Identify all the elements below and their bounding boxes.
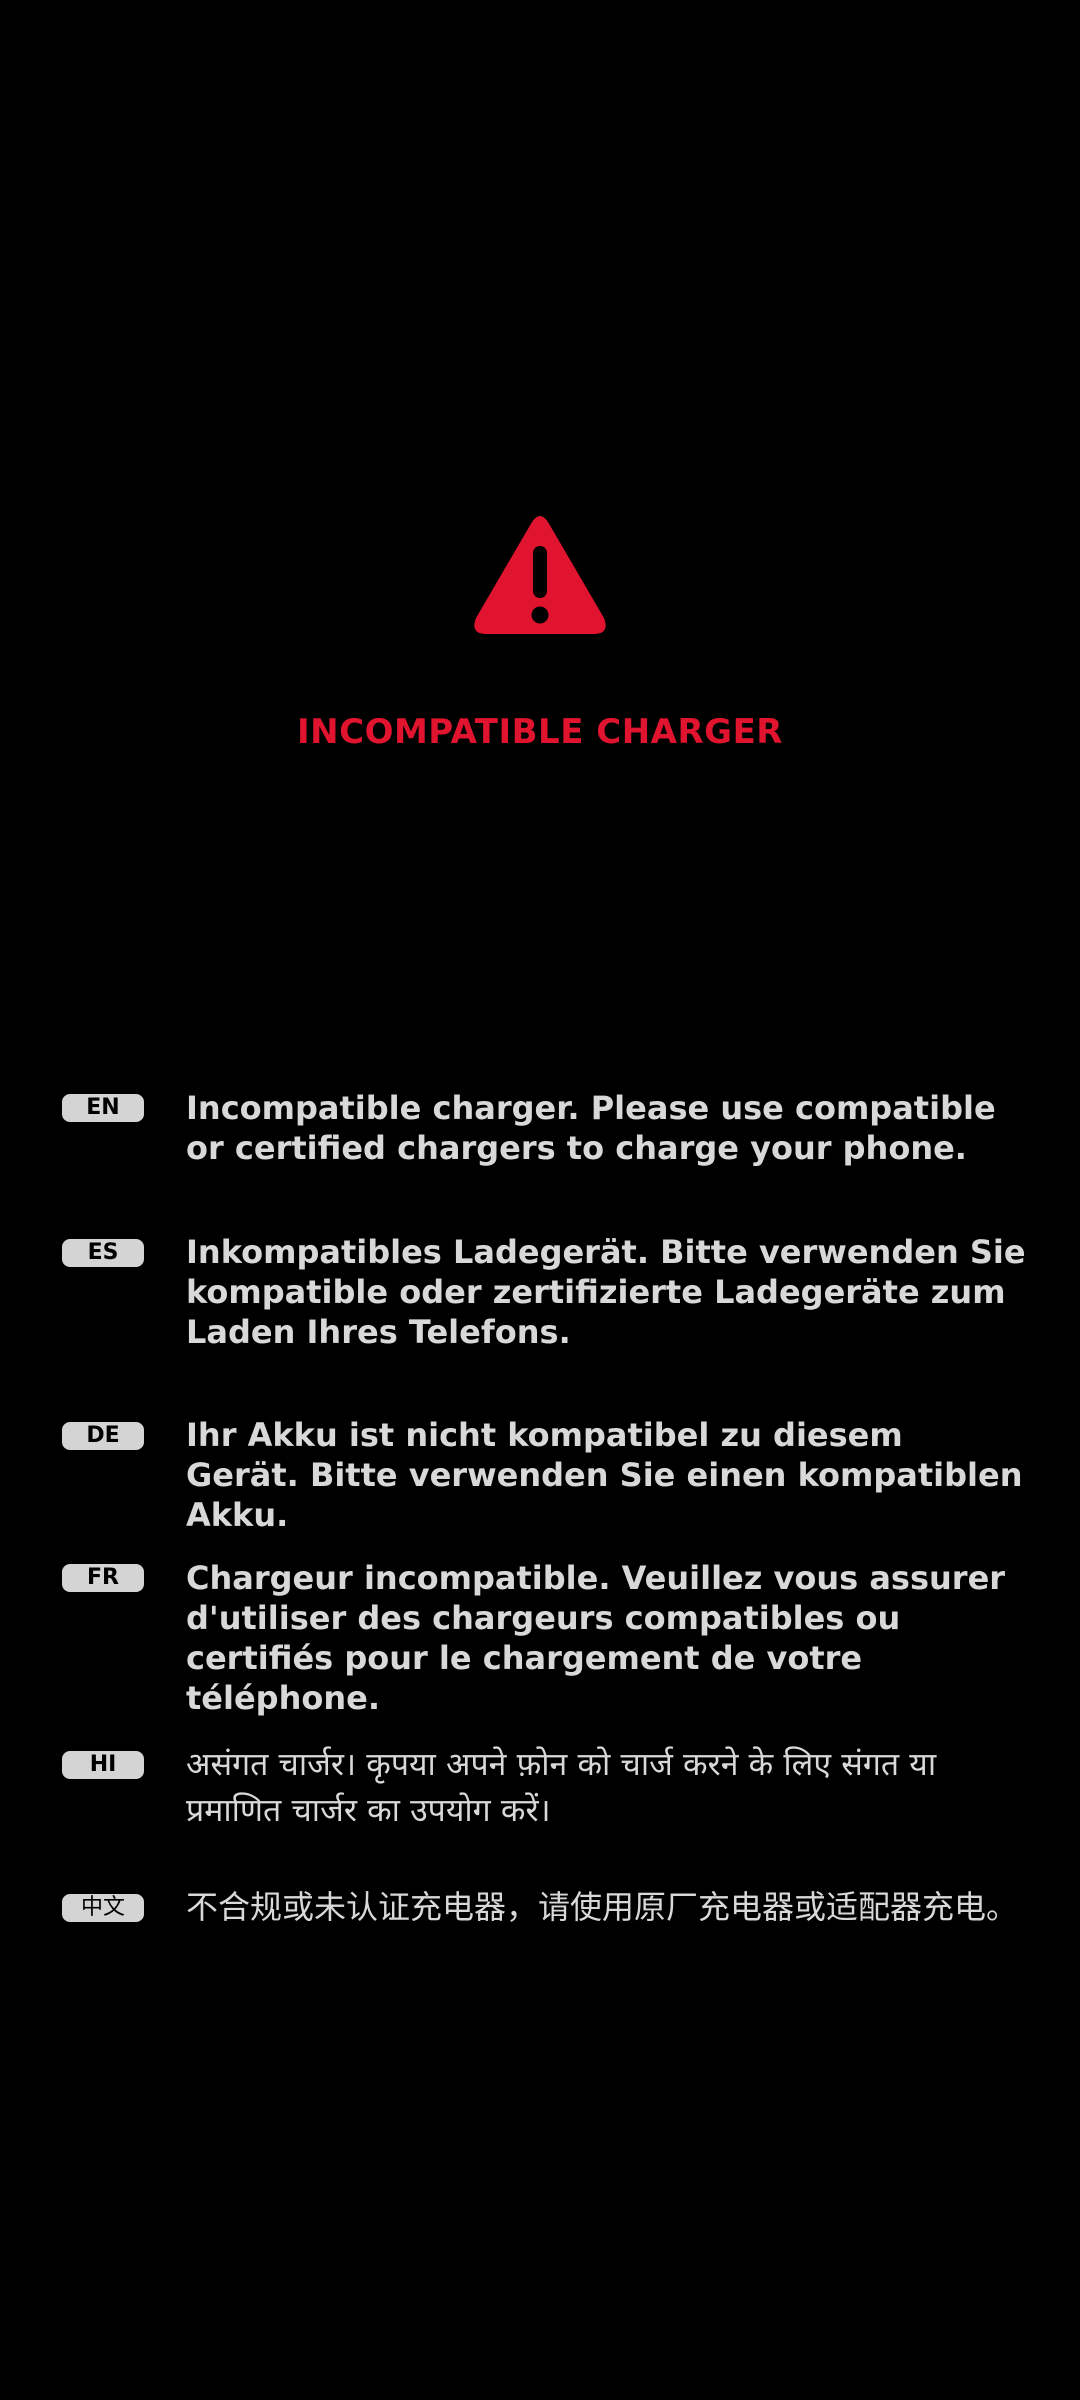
language-badge-es: ES	[62, 1239, 144, 1267]
message-text-hi: असंगत चार्जर। कृपया अपने फ़ोन को चार्ज क…	[186, 1745, 937, 1829]
message-text-en: Incompatible charger. Please use compati…	[186, 1089, 996, 1167]
language-badge-zh: 中文	[62, 1894, 144, 1922]
message-text-fr: Chargeur incompatible. Veuillez vous ass…	[186, 1559, 1006, 1717]
language-badge-de: DE	[62, 1422, 144, 1450]
alert-title: INCOMPATIBLE CHARGER	[297, 712, 783, 752]
message-text-es: Inkompatibles Ladegerät. Bitte verwenden…	[186, 1233, 1026, 1351]
language-badge-hi: HI	[62, 1751, 144, 1779]
message-text-de: Ihr Akku ist nicht kompatibel zu diesem …	[186, 1416, 1023, 1534]
warning-triangle-icon	[470, 512, 610, 640]
language-badge-fr: FR	[62, 1564, 144, 1592]
message-text-zh: 不合规或未认证充电器，请使用原厂充电器或适配器充电。	[186, 1888, 1019, 1926]
language-badge-en: EN	[62, 1094, 144, 1122]
